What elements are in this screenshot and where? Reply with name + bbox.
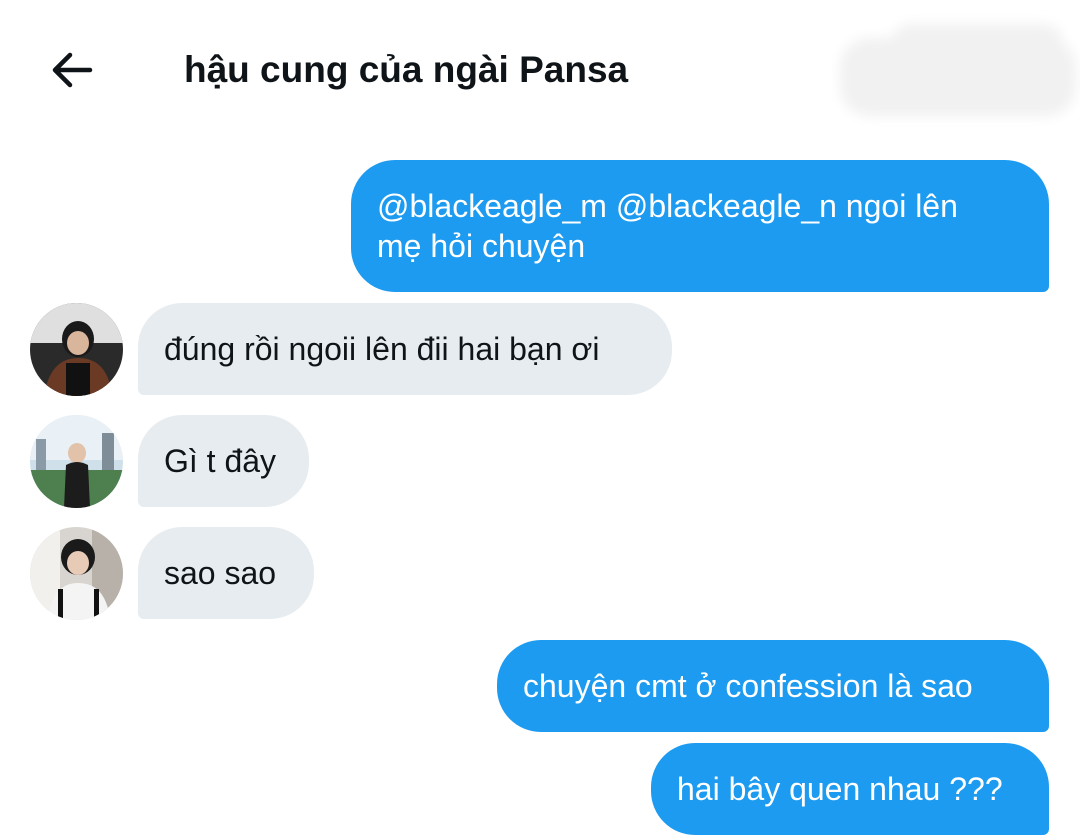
message-text-line: mẹ hỏi chuyện	[377, 228, 586, 264]
incoming-message-bubble[interactable]: đúng rồi ngoii lên đii hai bạn ơi	[138, 303, 672, 395]
message-text: sao sao	[164, 555, 277, 591]
message-text: Gì t đây	[164, 443, 277, 479]
message-text: chuyện cmt ở confession là sao	[523, 668, 973, 704]
redacted-area	[840, 24, 1076, 116]
user-avatar-3[interactable]	[30, 527, 123, 620]
message-text: hai bây quen nhau ???	[677, 771, 1003, 807]
back-button[interactable]	[42, 44, 102, 96]
user-avatar-1[interactable]	[30, 303, 123, 396]
conversation-title: hậu cung của ngài Pansa	[184, 49, 629, 90]
conversation-header: hậu cung của ngài Pansa	[0, 0, 1080, 140]
message-text: đúng rồi ngoii lên đii hai bạn ơi	[164, 331, 600, 367]
incoming-message-bubble[interactable]: Gì t đây	[138, 415, 309, 507]
outgoing-message-bubble[interactable]: chuyện cmt ở confession là sao	[497, 640, 1049, 732]
outgoing-message-bubble[interactable]: hai bây quen nhau ???	[651, 743, 1049, 835]
arrow-left-icon	[52, 52, 93, 88]
message-text-line: @blackeagle_m @blackeagle_n ngoi lên	[377, 188, 958, 224]
outgoing-message-bubble[interactable]: @blackeagle_m @blackeagle_n ngoi lên mẹ …	[351, 160, 1049, 292]
user-avatar-2[interactable]	[30, 415, 123, 508]
incoming-message-bubble[interactable]: sao sao	[138, 527, 314, 619]
